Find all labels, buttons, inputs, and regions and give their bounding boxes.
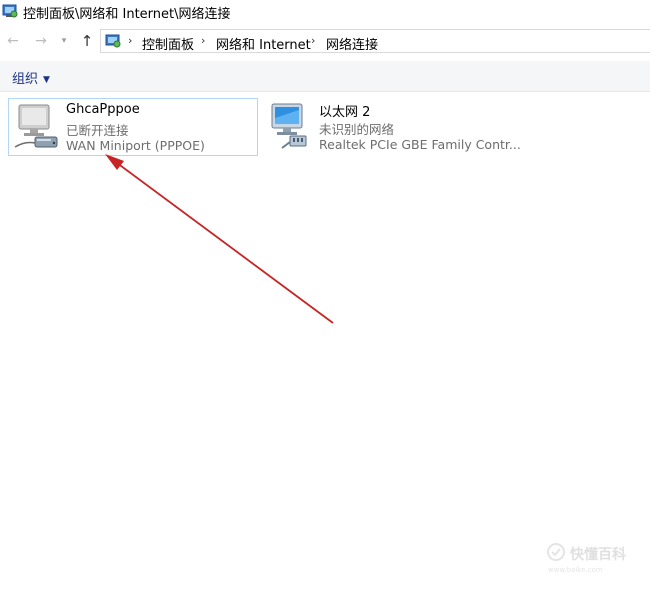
connection-device: Realtek PCIe GBE Family Contr... (319, 137, 521, 152)
chevron-down-icon: ▼ (43, 75, 50, 85)
address-bar: ← → ▾ ↑ › 控制面板 › 网络和 Internet › 网络连接 (0, 28, 650, 54)
ethernet-connection-icon (271, 103, 307, 149)
watermark-text: 快懂百科 (570, 547, 626, 563)
back-arrow-icon[interactable]: ← (4, 32, 22, 50)
control-panel-icon (2, 4, 18, 18)
breadcrumb-network-connections[interactable]: 网络连接 (326, 34, 378, 53)
breadcrumb-separator-icon[interactable]: › (311, 34, 315, 47)
up-arrow-icon[interactable]: ↑ (78, 32, 96, 50)
broadband-connection-icon (14, 104, 58, 148)
connections-list: GhcaPppoe 已断开连接 WAN Miniport (PPPOE) 以太网… (0, 92, 650, 600)
recent-locations-chevron-icon[interactable]: ▾ (58, 32, 70, 50)
connection-status: 已断开连接 (66, 123, 129, 138)
window-title: 控制面板\网络和 Internet\网络连接 (23, 7, 231, 22)
connection-name: 以太网 2 (319, 105, 371, 120)
connection-item-ghcapppoe[interactable]: GhcaPppoe 已断开连接 WAN Miniport (PPPOE) (8, 98, 258, 156)
title-bar: 控制面板\网络和 Internet\网络连接 (0, 0, 650, 24)
connection-name: GhcaPppoe (66, 102, 140, 117)
breadcrumb-separator-icon[interactable]: › (201, 34, 205, 47)
command-bar: 组织 ▼ (0, 61, 650, 92)
forward-arrow-icon[interactable]: → (32, 32, 50, 50)
watermark-subtext: www.baike.com (548, 566, 603, 574)
organize-button[interactable]: 组织 ▼ (12, 68, 50, 87)
organize-label: 组织 (12, 72, 39, 87)
breadcrumb-network-internet[interactable]: 网络和 Internet (216, 34, 311, 53)
connection-status: 未识别的网络 (319, 122, 395, 137)
watermark-logo-icon (547, 543, 565, 561)
control-panel-location-icon (105, 34, 121, 48)
watermark-logo: 快懂百科 www.baike.com (540, 540, 640, 580)
breadcrumb-control-panel[interactable]: 控制面板 (142, 34, 194, 53)
address-box[interactable]: › 控制面板 › 网络和 Internet › 网络连接 (100, 29, 650, 53)
connection-device: WAN Miniport (PPPOE) (66, 138, 205, 153)
breadcrumb-separator-icon[interactable]: › (128, 34, 132, 47)
connection-item-ethernet-2[interactable]: 以太网 2 未识别的网络 Realtek PCIe GBE Family Con… (262, 98, 522, 156)
